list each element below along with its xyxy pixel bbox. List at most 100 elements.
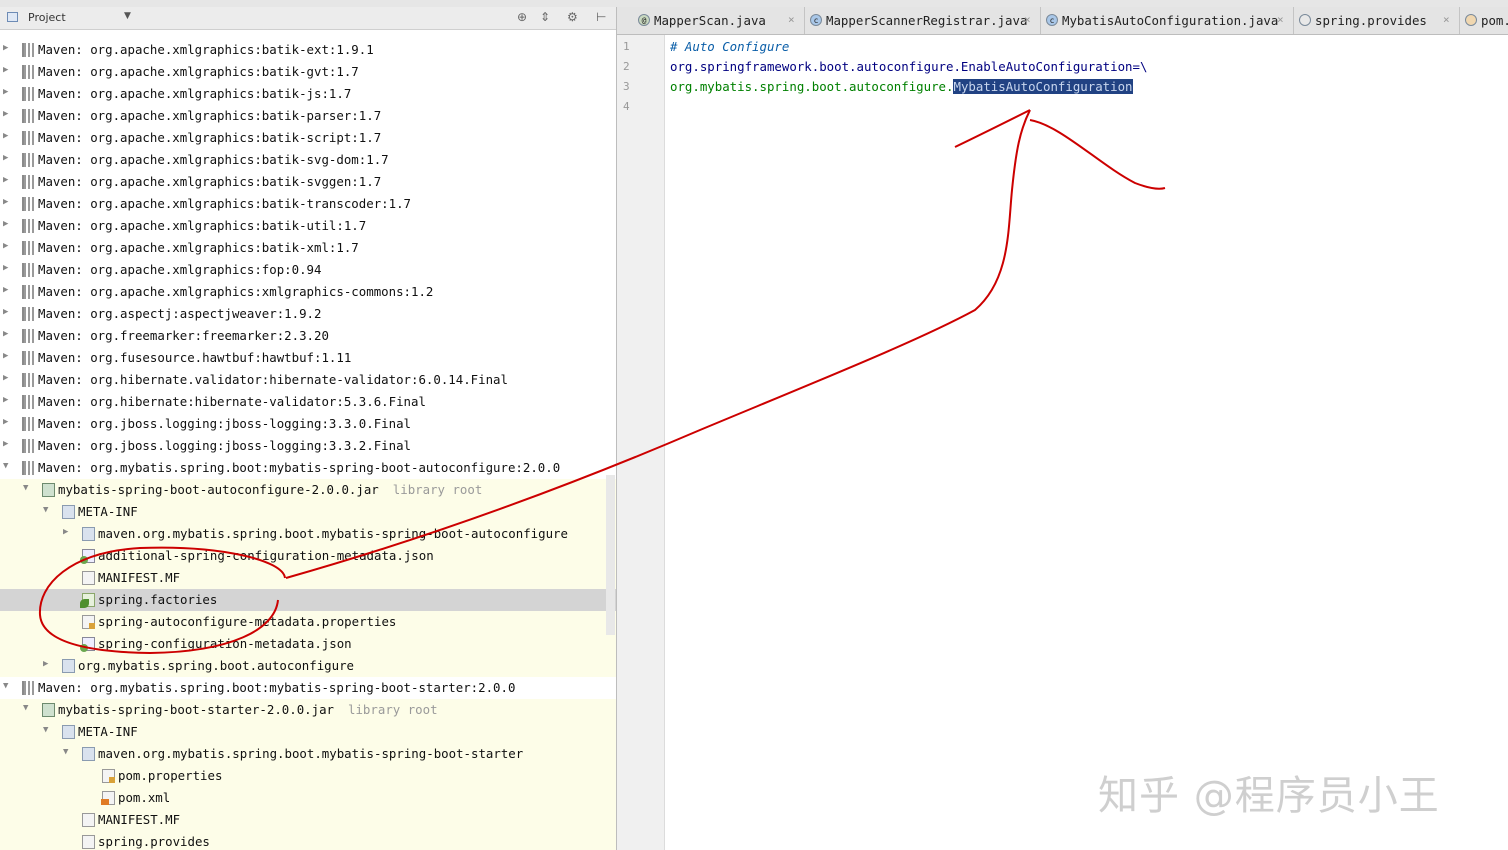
line-number: 3 [623, 80, 630, 93]
sync-icon[interactable]: ⊕ [517, 10, 527, 24]
code-line[interactable]: org.springframework.boot.autoconfigure.E… [670, 59, 1147, 74]
folder-icon [62, 505, 75, 519]
expand-right-icon[interactable]: ▶ [3, 329, 8, 339]
tree-row[interactable]: ▼ mybatis-spring-boot-autoconfigure-2.0.0… [0, 479, 616, 501]
tree-row[interactable]: spring-autoconfigure-metadata.properties [0, 611, 616, 633]
tree-row[interactable]: ▶ Maven: org.apache.xmlgraphics:xmlgraphi… [0, 281, 616, 303]
expand-right-icon[interactable]: ▶ [3, 87, 8, 97]
tree-row[interactable]: spring.factories [0, 589, 616, 611]
vertical-scrollbar[interactable] [606, 475, 615, 635]
tree-row[interactable]: MANIFEST.MF [0, 809, 616, 831]
tree-row[interactable]: pom.xml [0, 787, 616, 809]
tree-row-text: org.mybatis.spring.boot.autoconfigure [78, 658, 355, 673]
expand-right-icon[interactable]: ▶ [3, 307, 8, 317]
tree-row[interactable]: ▶ Maven: org.apache.xmlgraphics:batik-uti… [0, 215, 616, 237]
close-icon[interactable]: × [788, 13, 795, 26]
expand-right-icon[interactable]: ▶ [3, 373, 8, 383]
tree-row[interactable]: ▶ Maven: org.apache.xmlgraphics:batik-scr… [0, 127, 616, 149]
tree-row[interactable]: ▶ Maven: org.hibernate:hibernate-validato… [0, 391, 616, 413]
expand-right-icon[interactable]: ▶ [3, 65, 8, 75]
jar-icon [42, 483, 55, 497]
tree-row[interactable]: ▶ Maven: org.apache.xmlgraphics:batik-xml… [0, 237, 616, 259]
tab-pom-xml[interactable]: pom.xml [1459, 7, 1508, 34]
tree-row[interactable]: ▶ Maven: org.freemarker:freemarker:2.3.20 [0, 325, 616, 347]
tab-mapperscan-java[interactable]: @ MapperScan.java × [632, 7, 805, 34]
expand-down-icon[interactable]: ▼ [3, 681, 8, 691]
tab-mybatisautoconfiguration-java[interactable]: c MybatisAutoConfiguration.java × [1040, 7, 1294, 34]
tree-row-label: Maven: org.apache.xmlgraphics:batik-tran… [38, 196, 411, 211]
tree-row[interactable]: ▶ Maven: org.jboss.logging:jboss-logging:… [0, 413, 616, 435]
tree-row[interactable]: ▼ META-INF [0, 721, 616, 743]
tab-mapperscannerregistrar-java[interactable]: c MapperScannerRegistrar.java × [804, 7, 1041, 34]
expand-down-icon[interactable]: ▼ [43, 505, 48, 515]
tree-row[interactable]: ▶ Maven: org.apache.xmlgraphics:batik-svg… [0, 171, 616, 193]
tree-row[interactable]: additional-spring-configuration-metadata… [0, 545, 616, 567]
expand-right-icon[interactable]: ▶ [3, 241, 8, 251]
tree-row-text: Maven: org.apache.xmlgraphics:fop:0.94 [38, 262, 322, 277]
tree-row[interactable]: ▶ Maven: org.fusesource.hawtbuf:hawtbuf:1… [0, 347, 616, 369]
tree-row[interactable]: ▶ Maven: org.apache.xmlgraphics:batik-par… [0, 105, 616, 127]
tree-row-text: Maven: org.apache.xmlgraphics:batik-scri… [38, 130, 382, 145]
expand-down-icon[interactable]: ▼ [3, 461, 8, 471]
code-line[interactable]: org.mybatis.spring.boot.autoconfigure.My… [670, 79, 1133, 94]
expand-right-icon[interactable]: ▶ [3, 175, 8, 185]
tree-row-label: Maven: org.apache.xmlgraphics:xmlgraphic… [38, 284, 433, 299]
tree-row[interactable]: ▶ Maven: org.apache.xmlgraphics:batik-js:… [0, 83, 616, 105]
tree-row-text: Maven: org.apache.xmlgraphics:xmlgraphic… [38, 284, 434, 299]
tab-label: pom.xml [1481, 13, 1508, 28]
tree-row-text: Maven: org.mybatis.spring.boot:mybatis-s… [38, 460, 561, 475]
hide-icon[interactable]: ⊢ [596, 10, 606, 24]
tree-row[interactable]: spring-configuration-metadata.json [0, 633, 616, 655]
tree-row[interactable]: ▶ Maven: org.apache.xmlgraphics:batik-gvt… [0, 61, 616, 83]
library-root-hint: library root [392, 482, 483, 497]
close-icon[interactable]: × [1443, 13, 1450, 26]
project-panel-title[interactable]: Project [28, 11, 66, 24]
expand-right-icon[interactable]: ▶ [3, 153, 8, 163]
expand-down-icon[interactable]: ▼ [43, 725, 48, 735]
expand-right-icon[interactable]: ▶ [3, 219, 8, 229]
tree-row[interactable]: pom.properties [0, 765, 616, 787]
chevron-down-icon[interactable]: ▼ [124, 11, 131, 21]
tree-row[interactable]: ▶ Maven: org.apache.xmlgraphics:batik-tra… [0, 193, 616, 215]
expand-right-icon[interactable]: ▶ [3, 395, 8, 405]
tree-row[interactable]: ▶ Maven: org.apache.xmlgraphics:fop:0.94 [0, 259, 616, 281]
expand-right-icon[interactable]: ▶ [3, 417, 8, 427]
code-line[interactable]: # Auto Configure [670, 39, 789, 54]
close-icon[interactable]: × [1024, 13, 1031, 26]
tree-row[interactable]: ▼ Maven: org.mybatis.spring.boot:mybatis-… [0, 677, 616, 699]
tree-row[interactable]: ▶ maven.org.mybatis.spring.boot.mybatis-s… [0, 523, 616, 545]
expand-right-icon[interactable]: ▶ [3, 109, 8, 119]
expand-right-icon[interactable]: ▶ [3, 285, 8, 295]
expand-right-icon[interactable]: ▶ [3, 43, 8, 53]
project-panel: Project ▼ ⊕ ⇕ ⚙ ⊢ ▶ Maven: org.apache.xml… [0, 7, 616, 850]
tab-spring-provides[interactable]: spring.provides × [1293, 7, 1460, 34]
annotation-icon: @ [638, 14, 650, 26]
tree-row[interactable]: ▶ Maven: org.apache.xmlgraphics:batik-ext… [0, 39, 616, 61]
tree-row[interactable]: MANIFEST.MF [0, 567, 616, 589]
expand-right-icon[interactable]: ▶ [43, 659, 48, 669]
tree-row[interactable]: ▶ Maven: org.aspectj:aspectjweaver:1.9.2 [0, 303, 616, 325]
tree-row[interactable]: ▼ maven.org.mybatis.spring.boot.mybatis-s… [0, 743, 616, 765]
tree-row[interactable]: spring.provides [0, 831, 616, 850]
tree-row[interactable]: ▼ Maven: org.mybatis.spring.boot:mybatis-… [0, 457, 616, 479]
expand-right-icon[interactable]: ▶ [3, 197, 8, 207]
tree-row-label: Maven: org.apache.xmlgraphics:fop:0.94 [38, 262, 321, 277]
gear-icon[interactable]: ⚙ [567, 10, 578, 24]
collapse-icon[interactable]: ⇕ [540, 10, 550, 24]
tree-row-label: Maven: org.apache.xmlgraphics:batik-svgg… [38, 174, 381, 189]
expand-right-icon[interactable]: ▶ [3, 263, 8, 273]
expand-right-icon[interactable]: ▶ [3, 351, 8, 361]
tree-row[interactable]: ▶ org.mybatis.spring.boot.autoconfigure [0, 655, 616, 677]
close-icon[interactable]: × [1277, 13, 1284, 26]
tree-row[interactable]: ▶ Maven: org.jboss.logging:jboss-logging:… [0, 435, 616, 457]
tree-row[interactable]: ▶ Maven: org.hibernate.validator:hibernat… [0, 369, 616, 391]
expand-down-icon[interactable]: ▼ [23, 703, 28, 713]
expand-right-icon[interactable]: ▶ [3, 131, 8, 141]
expand-right-icon[interactable]: ▶ [3, 439, 8, 449]
tree-row[interactable]: ▼ META-INF [0, 501, 616, 523]
expand-down-icon[interactable]: ▼ [23, 483, 28, 493]
tree-row[interactable]: ▼ mybatis-spring-boot-starter-2.0.0.jar li… [0, 699, 616, 721]
expand-right-icon[interactable]: ▶ [63, 527, 68, 537]
expand-down-icon[interactable]: ▼ [63, 747, 68, 757]
tree-row[interactable]: ▶ Maven: org.apache.xmlgraphics:batik-svg… [0, 149, 616, 171]
